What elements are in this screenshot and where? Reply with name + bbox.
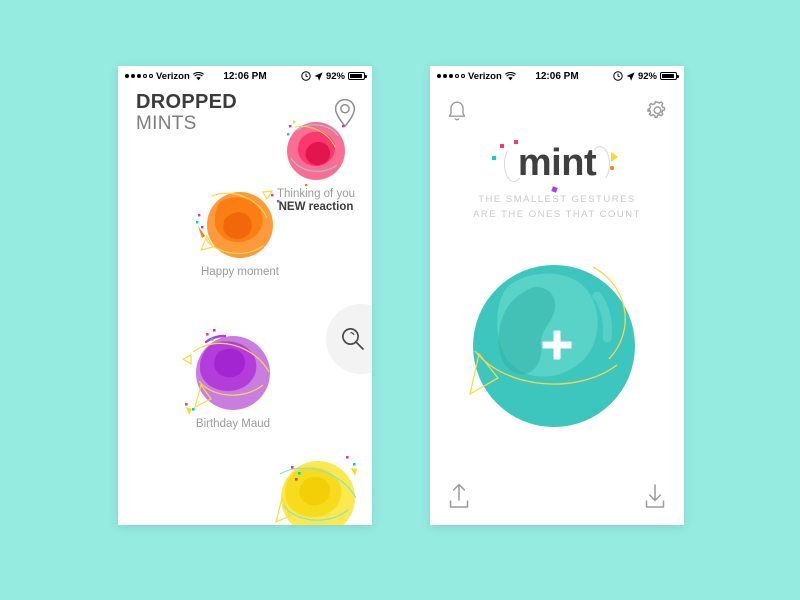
gear-icon[interactable] — [646, 100, 668, 124]
alarm-icon — [301, 71, 311, 81]
battery-icon — [348, 72, 367, 80]
status-bar-right-group: 92% — [301, 70, 367, 82]
page-title-line2: MINTS — [136, 113, 197, 134]
mint-card-birthday-maud[interactable]: Birthday Maud — [153, 329, 313, 430]
logo-wordmark-wrap: mint — [491, 140, 619, 193]
status-bar-right: Verizon 12:06 PM 92% — [430, 66, 684, 86]
battery-percent-label: 92% — [637, 70, 657, 82]
signal-dot-empty — [149, 74, 153, 78]
download-icon[interactable] — [644, 483, 666, 509]
phone-screen-mint-home: Verizon 12:06 PM 92% mint THE SMALLEST G… — [430, 66, 684, 525]
signal-dot — [125, 74, 129, 78]
status-bar-left: Verizon 12:06 PM 92% — [118, 66, 372, 86]
upload-icon[interactable] — [448, 483, 470, 509]
signal-strength-dots — [125, 74, 153, 78]
wifi-icon — [504, 71, 516, 81]
wifi-icon — [192, 71, 204, 81]
signal-dot-empty — [455, 74, 459, 78]
tagline-line1: THE SMALLEST GESTURES — [478, 194, 636, 205]
confetti-triangle — [611, 152, 619, 162]
location-arrow-icon — [626, 71, 635, 81]
carrier-label: Verizon — [156, 70, 190, 82]
bell-icon[interactable] — [446, 100, 468, 124]
status-bar-left-group: Verizon — [125, 71, 204, 82]
signal-dot-empty — [143, 74, 147, 78]
carrier-label: Verizon — [468, 70, 502, 82]
mint-orb-purple — [181, 329, 270, 415]
page-title-line1: DROPPED — [136, 91, 238, 113]
confetti-speck — [499, 144, 504, 148]
search-icon — [340, 326, 366, 352]
tagline: THE SMALLEST GESTURES ARE THE ONES THAT … — [430, 192, 684, 222]
confetti-speck — [610, 166, 615, 170]
battery-percent-label: 92% — [325, 70, 345, 82]
location-arrow-icon — [314, 71, 323, 81]
phone-screen-dropped-mints: Verizon 12:06 PM 92% DROPPED MINTS Think… — [118, 66, 372, 525]
status-bar-right-group: 92% — [613, 70, 679, 82]
confetti-speck — [491, 156, 496, 160]
logo-text: mint — [517, 142, 597, 184]
signal-dot — [131, 74, 135, 78]
bottom-toolbar — [430, 483, 684, 511]
mint-card-happy-moment[interactable]: Happy moment — [160, 190, 320, 278]
signal-dot — [449, 74, 453, 78]
signal-dot — [443, 74, 447, 78]
search-button[interactable] — [326, 304, 372, 374]
artboard: Verizon 12:06 PM 92% DROPPED MINTS Think… — [0, 0, 800, 600]
plus-icon-bar — [542, 341, 572, 349]
brand-logo: mint THE SMALLEST GESTURES ARE THE ONES … — [430, 140, 684, 222]
mint-orb-pink — [287, 120, 345, 187]
battery-icon — [660, 72, 679, 80]
alarm-icon — [613, 71, 623, 81]
confetti-speck — [513, 140, 518, 144]
status-bar-left-group: Verizon — [437, 71, 516, 82]
mint-orb-yellow — [275, 456, 357, 525]
mint-orb-orange — [196, 190, 280, 258]
mint-card-yellow[interactable] — [258, 456, 372, 525]
drop-mint-button[interactable] — [469, 264, 638, 427]
signal-dot — [437, 74, 441, 78]
signal-strength-dots — [437, 74, 465, 78]
signal-dot-empty — [461, 74, 465, 78]
tagline-line2: ARE THE ONES THAT COUNT — [473, 209, 641, 220]
page-title: DROPPED MINTS — [136, 91, 238, 135]
signal-dot — [137, 74, 141, 78]
